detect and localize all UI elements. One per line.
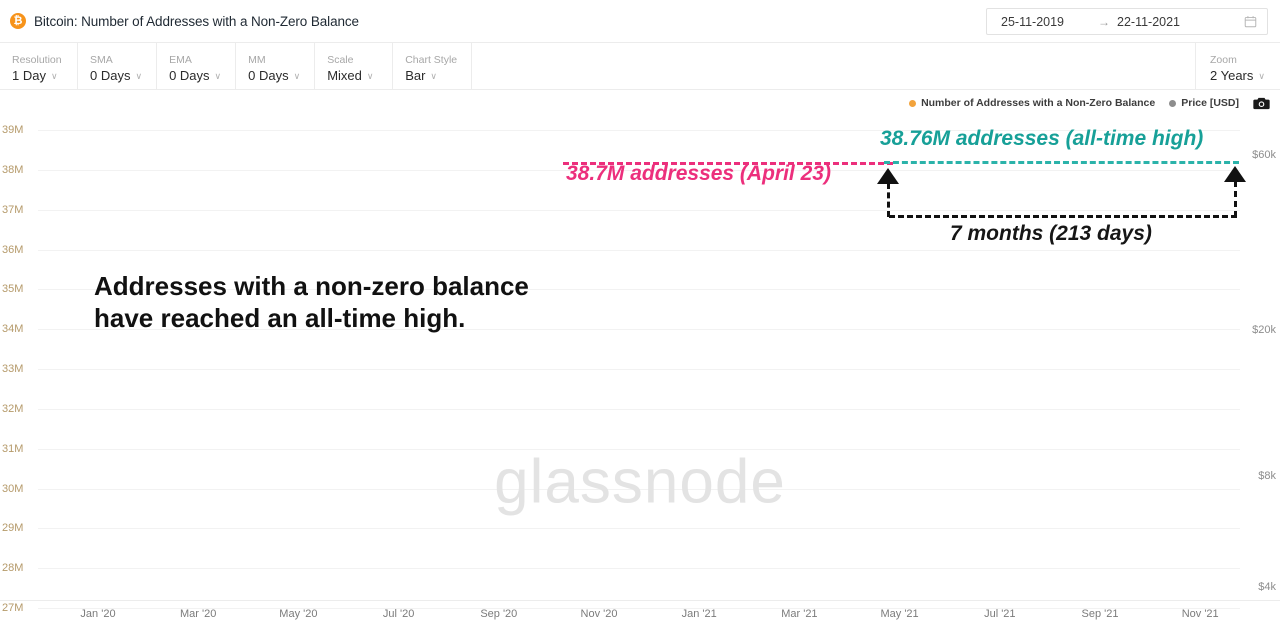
toolbar-control-zoom[interactable]: Zoom 2 Years ∨	[1196, 43, 1280, 89]
app-header: ₿ Bitcoin: Number of Addresses with a No…	[0, 0, 1280, 43]
chart-toolbar: Resolution 1 Day ∨ SMA 0 Days ∨ EMA 0 Da…	[0, 43, 1280, 90]
date-range-picker[interactable]: 25-11-2019 → 22-11-2021	[986, 8, 1268, 35]
chevron-down-icon: ∨	[51, 68, 58, 85]
sma-value-text: 0 Days	[90, 67, 130, 84]
chevron-down-icon: ∨	[430, 68, 437, 85]
x-axis-tick: Jan '21	[682, 608, 717, 620]
x-axis-tick: May '21	[881, 608, 919, 620]
y-axis-left-tick: 33M	[2, 363, 23, 375]
x-axis-tick: Mar '21	[781, 608, 817, 620]
chevron-down-icon: ∨	[294, 68, 301, 85]
toolbar-label-sma: SMA	[90, 54, 142, 67]
chart-series-svg	[38, 130, 1240, 608]
toolbar-value-zoom[interactable]: 2 Years ∨	[1210, 67, 1266, 84]
legend-item-addresses[interactable]: Number of Addresses with a Non-Zero Bala…	[909, 97, 1155, 109]
toolbar-label-resolution: Resolution	[12, 54, 63, 67]
toolbar-control-ema[interactable]: EMA 0 Days ∨	[157, 43, 236, 89]
y-axis-left-tick: 30M	[2, 483, 23, 495]
resolution-value-text: 1 Day	[12, 67, 46, 84]
toolbar-value-scale[interactable]: Mixed ∨	[327, 67, 378, 84]
x-axis-tick: Jul '21	[984, 608, 1015, 620]
legend-dot-price	[1169, 100, 1176, 107]
toolbar-control-resolution[interactable]: Resolution 1 Day ∨	[0, 43, 78, 89]
x-axis-tick: Nov '20	[581, 608, 618, 620]
y-axis-left-tick: 38M	[2, 164, 23, 176]
toolbar-value-resolution[interactable]: 1 Day ∨	[12, 67, 63, 84]
legend-label-addresses: Number of Addresses with a Non-Zero Bala…	[921, 97, 1155, 109]
toolbar-label-chart-style: Chart Style	[405, 54, 457, 67]
scale-value-text: Mixed	[327, 67, 362, 84]
y-axis-right-tick: $20k	[1252, 324, 1276, 336]
legend-item-price[interactable]: Price [USD]	[1169, 97, 1239, 109]
ema-value-text: 0 Days	[169, 67, 209, 84]
chevron-down-icon: ∨	[135, 68, 142, 85]
y-axis-left-tick: 37M	[2, 204, 23, 216]
toolbar-value-ema[interactable]: 0 Days ∨	[169, 67, 221, 84]
date-range-arrow-icon: →	[1091, 15, 1117, 29]
bitcoin-icon: ₿	[10, 13, 26, 29]
x-axis-tick: Nov '21	[1182, 608, 1219, 620]
y-axis-left-tick: 31M	[2, 443, 23, 455]
x-axis-tick: Jan '20	[80, 608, 115, 620]
x-axis-tick: Sep '21	[1082, 608, 1119, 620]
toolbar-label-scale: Scale	[327, 54, 378, 67]
y-axis-left-tick: 28M	[2, 562, 23, 574]
chart-area[interactable]: 27M28M29M30M31M32M33M34M35M36M37M38M39M …	[0, 118, 1280, 600]
page-title: Bitcoin: Number of Addresses with a Non-…	[34, 14, 359, 29]
toolbar-label-ema: EMA	[169, 54, 221, 67]
chevron-down-icon: ∨	[215, 68, 222, 85]
y-axis-right-tick: $60k	[1252, 149, 1276, 161]
toolbar-label-mm: MM	[248, 54, 300, 67]
y-axis-left-tick: 34M	[2, 323, 23, 335]
x-axis: Jan '20 Mar '20 May '20 Jul '20 Sep '20 Nov '…	[0, 600, 1280, 640]
zoom-value-text: 2 Years	[1210, 67, 1253, 84]
toolbar-control-scale[interactable]: Scale Mixed ∨	[315, 43, 393, 89]
y-axis-left-tick: 35M	[2, 283, 23, 295]
toolbar-value-mm[interactable]: 0 Days ∨	[248, 67, 300, 84]
y-axis-left-tick: 32M	[2, 403, 23, 415]
toolbar-control-chart-style[interactable]: Chart Style Bar ∨	[393, 43, 472, 89]
date-range-end[interactable]: 22-11-2021	[1117, 15, 1221, 29]
date-range-start[interactable]: 25-11-2019	[987, 15, 1091, 29]
x-axis-tick: May '20	[279, 608, 317, 620]
calendar-icon[interactable]	[1244, 15, 1257, 28]
y-axis-left-tick: 39M	[2, 124, 23, 136]
y-axis-left-tick: 29M	[2, 522, 23, 534]
toolbar-spacer	[472, 43, 1196, 89]
toolbar-control-sma[interactable]: SMA 0 Days ∨	[78, 43, 157, 89]
chart-plot[interactable]	[38, 130, 1240, 608]
toolbar-value-chart-style[interactable]: Bar ∨	[405, 67, 457, 84]
x-axis-tick: Sep '20	[480, 608, 517, 620]
x-axis-tick: Mar '20	[180, 608, 216, 620]
y-axis-right-tick: $8k	[1258, 470, 1276, 482]
chart-legend: Number of Addresses with a Non-Zero Bala…	[909, 96, 1270, 110]
y-axis-right-tick: $4k	[1258, 581, 1276, 593]
legend-label-price: Price [USD]	[1181, 97, 1239, 109]
legend-dot-addresses	[909, 100, 916, 107]
chevron-down-icon: ∨	[1258, 68, 1265, 85]
chevron-down-icon: ∨	[367, 68, 374, 85]
toolbar-value-sma[interactable]: 0 Days ∨	[90, 67, 142, 84]
camera-icon[interactable]	[1253, 96, 1270, 110]
toolbar-label-zoom: Zoom	[1210, 54, 1266, 67]
x-axis-tick: Jul '20	[383, 608, 414, 620]
y-axis-left-tick: 36M	[2, 244, 23, 256]
chart-style-value-text: Bar	[405, 67, 425, 84]
toolbar-control-mm[interactable]: MM 0 Days ∨	[236, 43, 315, 89]
mm-value-text: 0 Days	[248, 67, 288, 84]
header-title-group: ₿ Bitcoin: Number of Addresses with a No…	[0, 13, 359, 29]
